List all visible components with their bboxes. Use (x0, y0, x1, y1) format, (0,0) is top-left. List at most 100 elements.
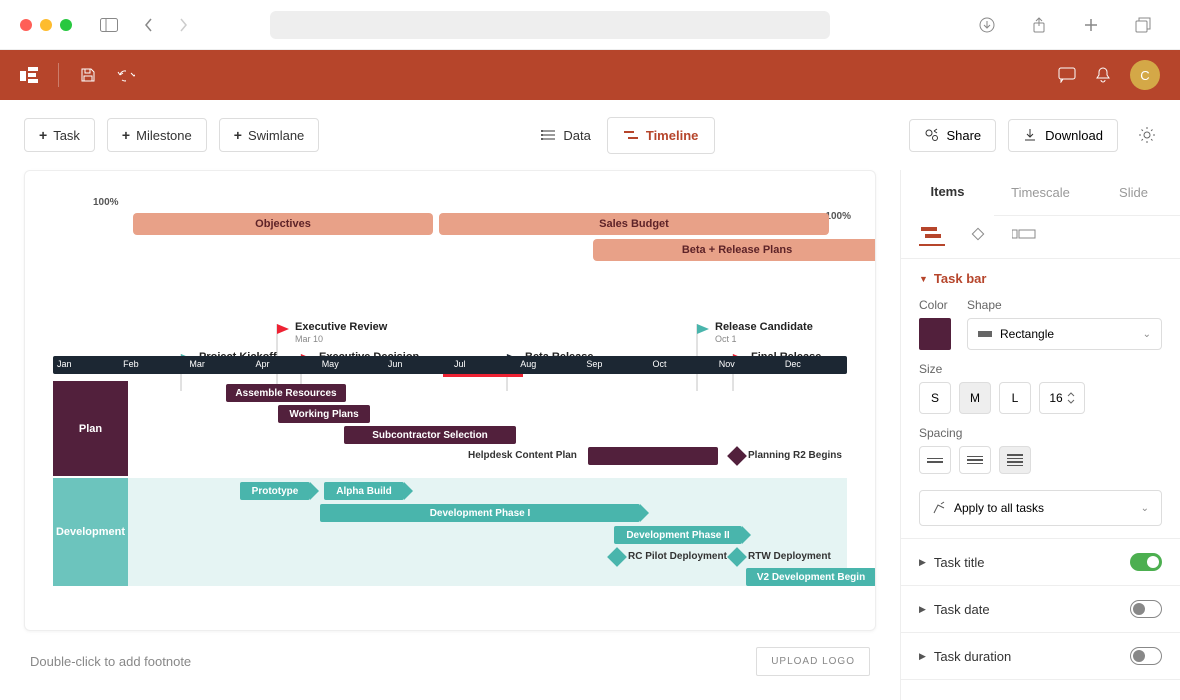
swimlane-plan[interactable]: Plan Assemble Resources Working Plans Subc… (53, 381, 847, 476)
share-button[interactable]: Share (909, 119, 996, 152)
save-icon[interactable] (79, 66, 97, 84)
spacing-loose[interactable] (999, 446, 1031, 474)
month-tick: Jun (384, 356, 450, 374)
timeline-canvas[interactable]: 100% 100% Objectives Sales Budget Beta + R… (24, 170, 876, 631)
download-button[interactable]: Download (1008, 119, 1118, 152)
settings-icon[interactable] (1138, 126, 1156, 144)
month-tick: Jan (53, 356, 119, 374)
close-window[interactable] (20, 19, 32, 31)
task-bar[interactable]: Working Plans (278, 405, 370, 423)
timeline-view-tab[interactable]: Timeline (607, 117, 716, 154)
undo-icon[interactable] (117, 66, 135, 84)
shape-select[interactable]: Rectangle⌄ (967, 318, 1162, 350)
sidebar-tab-timescale[interactable]: Timescale (994, 170, 1087, 215)
url-bar[interactable] (270, 11, 830, 39)
color-swatch[interactable] (919, 318, 951, 350)
toggle-switch[interactable] (1130, 647, 1162, 665)
milestone-diamond[interactable] (727, 446, 747, 466)
add-swimlane-button[interactable]: +Swimlane (219, 118, 320, 152)
month-tick: Feb (119, 356, 185, 374)
task-bar[interactable]: Development Phase II (614, 526, 742, 544)
sidebar-toggle-icon[interactable] (100, 16, 118, 34)
summary-bar[interactable]: Beta + Release Plans (593, 239, 876, 261)
add-task-button[interactable]: +Task (24, 118, 95, 152)
add-milestone-button[interactable]: +Milestone (107, 118, 207, 152)
month-tick: Nov (715, 356, 781, 374)
maximize-window[interactable] (60, 19, 72, 31)
size-L[interactable]: L (999, 382, 1031, 414)
milestone-diamond[interactable] (607, 547, 627, 567)
spacing-medium[interactable] (959, 446, 991, 474)
apply-all-button[interactable]: Apply to all tasks⌄ (919, 490, 1162, 526)
upload-logo-button[interactable]: UPLOAD LOGO (756, 647, 870, 676)
summary-bar[interactable]: Sales Budget (439, 213, 829, 235)
taskbar-section: ▼Task bar Color Shape Rectangle⌄ Size SM… (901, 259, 1180, 539)
sidebar-tabs: ItemsTimescaleSlide (901, 170, 1180, 216)
toggle-label: Task date (934, 602, 990, 617)
task-bar[interactable]: Development Phase I (320, 504, 640, 522)
task-bar[interactable] (588, 447, 718, 465)
task-bar[interactable]: Subcontractor Selection (344, 426, 516, 444)
item-type-tabs (901, 216, 1180, 259)
month-tick: Mar (185, 356, 251, 374)
tabs-icon[interactable] (1134, 16, 1152, 34)
sidebar-tab-slide[interactable]: Slide (1087, 170, 1180, 215)
task-bar[interactable]: Assemble Resources (226, 384, 346, 402)
app-logo-icon[interactable] (20, 66, 38, 84)
task-bar[interactable]: V2 Development Begin (746, 568, 876, 586)
minimize-window[interactable] (40, 19, 52, 31)
size-M[interactable]: M (959, 382, 991, 414)
size-input[interactable]: 16 (1039, 382, 1085, 414)
forward-icon[interactable] (174, 16, 192, 34)
progress-left: 100% (93, 197, 119, 208)
color-label: Color (919, 298, 951, 312)
month-tick: Jul (450, 356, 516, 374)
toggle-row-task-date: ▶Task date (901, 586, 1180, 633)
size-label: Size (919, 362, 1162, 376)
taskbar-type-tab[interactable] (919, 228, 945, 246)
sidebar-tab-items[interactable]: Items (901, 170, 994, 215)
toggle-row-task-title: ▶Task title (901, 539, 1180, 586)
task-label: RTW Deployment (748, 551, 831, 562)
toggle-row-task-duration: ▶Task duration (901, 633, 1180, 680)
data-view-tab[interactable]: Data (525, 117, 606, 154)
task-label: Planning R2 Begins (748, 450, 842, 461)
swimlane-dev-label: Development (53, 478, 128, 586)
window-controls (20, 19, 72, 31)
comment-icon[interactable] (1058, 66, 1076, 84)
summary-bar[interactable]: Objectives (133, 213, 433, 235)
task-label: Helpdesk Content Plan (468, 450, 577, 461)
task-bar[interactable]: Alpha Build (324, 482, 404, 500)
app-header: C (0, 50, 1180, 100)
toggle-switch[interactable] (1130, 553, 1162, 571)
back-icon[interactable] (140, 16, 158, 34)
bell-icon[interactable] (1094, 66, 1112, 84)
month-tick: Dec (781, 356, 847, 374)
progress-right: 100% (825, 211, 851, 222)
milestone-type-tab[interactable] (965, 228, 991, 246)
toggle-switch[interactable] (1130, 600, 1162, 618)
month-tick: Apr (252, 356, 318, 374)
shape-label: Shape (967, 298, 1162, 312)
swimlane-type-tab[interactable] (1011, 228, 1037, 246)
taskbar-section-header[interactable]: ▼Task bar (919, 271, 1162, 286)
month-axis: JanFebMarAprMayJunJulAugSepOctNovDec (53, 356, 847, 374)
month-tick: Sep (582, 356, 648, 374)
new-tab-icon[interactable] (1082, 16, 1100, 34)
properties-sidebar: ItemsTimescaleSlide ▼Task bar Color Shap… (900, 170, 1180, 700)
axis-highlight (443, 374, 523, 377)
toggle-label: Task duration (934, 649, 1011, 664)
titlebar (0, 0, 1180, 50)
task-label: RC Pilot Deployment (628, 551, 727, 562)
footnote-placeholder[interactable]: Double-click to add footnote (30, 654, 191, 669)
download-icon[interactable] (978, 16, 996, 34)
size-S[interactable]: S (919, 382, 951, 414)
task-bar[interactable]: Prototype (240, 482, 310, 500)
share-icon[interactable] (1030, 16, 1048, 34)
milestone-diamond[interactable] (727, 547, 747, 567)
swimlane-plan-label: Plan (53, 381, 128, 476)
spacing-tight[interactable] (919, 446, 951, 474)
month-tick: Aug (516, 356, 582, 374)
user-avatar[interactable]: C (1130, 60, 1160, 90)
swimlane-development[interactable]: Development Prototype Alpha Build Developm… (53, 478, 847, 586)
